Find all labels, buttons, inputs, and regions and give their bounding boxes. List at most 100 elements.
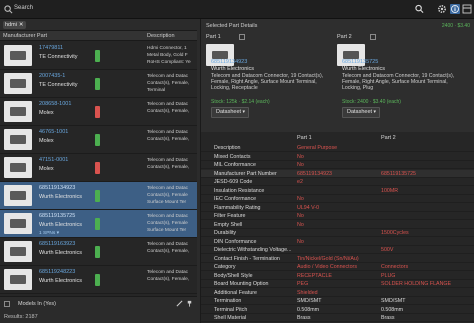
table-row: Contact Finish - Termination Tin/Nickel/G… bbox=[201, 255, 474, 263]
attribute-name: Body/Shell Style bbox=[214, 272, 253, 279]
search-input[interactable]: Search bbox=[14, 5, 33, 11]
column-header-description[interactable]: Description bbox=[147, 33, 175, 39]
part-description: Hdmi Connector, 1 Metal Body, Gold F RoHS … bbox=[147, 45, 195, 66]
part-1-value: No bbox=[297, 196, 304, 202]
part-1-value: UL94 V-0 bbox=[297, 204, 320, 211]
list-item[interactable]: 2007435-1 TE Connectivity Telecom and Data… bbox=[0, 70, 197, 98]
part-1-value: Brass bbox=[297, 315, 311, 321]
attribute-name: Flammability Rating bbox=[214, 204, 261, 211]
table-header-part-2: Part 2 bbox=[381, 135, 396, 141]
attribute-name: Manufacturer Part Number bbox=[214, 170, 277, 177]
top-search-bar: Search bbox=[0, 0, 474, 19]
table-row: Description General Purpose bbox=[201, 144, 474, 152]
table-row: Shell Material Brass Brass bbox=[201, 314, 474, 322]
attribute-name: Dielectric Withstanding Voltage... bbox=[214, 247, 292, 253]
part-manufacturer: Wurth Electronics bbox=[39, 250, 82, 256]
part-2-datasheet-button[interactable]: Datasheet ▾ bbox=[342, 107, 380, 118]
description-line: Contact(s), Female bbox=[147, 221, 188, 226]
part-2-number[interactable]: 685119135725 bbox=[342, 59, 378, 65]
part-manufacturer: Molex bbox=[39, 166, 54, 172]
part-number-link[interactable]: 17479811 bbox=[39, 45, 63, 51]
part-number-link[interactable]: 685119134923 bbox=[39, 185, 75, 191]
filter-chip[interactable]: hdmi ✕ bbox=[3, 21, 26, 29]
part-1-value: Audio / Video Connectors bbox=[297, 264, 357, 270]
part-description: Telecom and Datac Contact(s), Female Surfa… bbox=[147, 185, 195, 206]
part-number-link[interactable]: 685119248223 bbox=[39, 269, 75, 275]
part-2-value: PLUG bbox=[381, 272, 396, 279]
description-line: Contact(s), Female, bbox=[147, 109, 190, 114]
pin-icon[interactable] bbox=[186, 300, 193, 307]
part-1-value: Tin/Nickel/Gold (Sn/Ni/Au) bbox=[297, 255, 359, 262]
part-number-link[interactable]: 685119135725 bbox=[39, 213, 75, 219]
selected-part-details: Selected Part Details 2400 · $3.40 Part … bbox=[200, 19, 474, 323]
part-number-link[interactable]: 685119163923 bbox=[39, 241, 75, 247]
attribute-name: Insulation Resistance bbox=[214, 187, 265, 194]
status-indicator bbox=[95, 274, 100, 286]
part-description: Telecom and Datac Contact(s), Female Surfa… bbox=[147, 213, 195, 234]
description-line: RoHS Compliant: Ye bbox=[147, 60, 191, 65]
list-item[interactable]: 685119135725 Wurth Electronics 1 SPNs ▾ Tel… bbox=[0, 210, 197, 238]
models-checkbox[interactable] bbox=[4, 301, 10, 307]
part-thumbnail bbox=[4, 45, 32, 66]
part-1-checkbox[interactable] bbox=[239, 34, 245, 40]
attribute-name: Durability bbox=[214, 230, 237, 236]
search-button-icon[interactable] bbox=[415, 4, 424, 14]
part-1-datasheet-label: Datasheet bbox=[216, 109, 242, 115]
close-icon[interactable]: ✕ bbox=[19, 22, 24, 28]
part-2-value: SMD/SMT bbox=[381, 298, 406, 304]
part-1-value: PEG bbox=[297, 281, 309, 287]
attribute-name: Empty Shell bbox=[214, 221, 243, 228]
details-title: Selected Part Details bbox=[206, 23, 258, 29]
part-1-datasheet-button[interactable]: Datasheet ▾ bbox=[211, 107, 249, 118]
description-line: Contact(s), Female, bbox=[147, 137, 190, 142]
part-2-checkbox[interactable] bbox=[370, 34, 376, 40]
part-2-description-line: Locking, Plug bbox=[342, 85, 374, 92]
part-thumbnail bbox=[4, 241, 32, 262]
part-number-link[interactable]: 46765-1001 bbox=[39, 129, 68, 135]
attribute-name: Description bbox=[214, 145, 241, 151]
part-1-number[interactable]: 685119134923 bbox=[211, 59, 247, 65]
list-item[interactable]: 46765-1001 Molex Telecom and Datac Contact(… bbox=[0, 126, 197, 154]
attribute-name: Contact Finish - Termination bbox=[214, 255, 280, 262]
part-1-value: General Purpose bbox=[297, 145, 338, 151]
attribute-name: Category bbox=[214, 264, 236, 270]
part-thumbnail bbox=[4, 213, 32, 234]
info-icon[interactable] bbox=[450, 4, 460, 14]
list-item[interactable]: 685119248223 Wurth Electronics Telecom and… bbox=[0, 266, 197, 294]
part-2-value: 100MR bbox=[381, 187, 399, 194]
attribute-name: MIL Conformance bbox=[214, 162, 256, 168]
list-item[interactable]: 208658-1001 Molex Telecom and Datac Contact… bbox=[0, 98, 197, 126]
table-row: Flammability Rating UL94 V-0 bbox=[201, 204, 474, 212]
list-item[interactable]: 17479811 TE Connectivity Hdmi Connector, 1… bbox=[0, 42, 197, 70]
edit-icon[interactable] bbox=[176, 300, 183, 307]
part-1-value: RECEPTACLE bbox=[297, 272, 332, 279]
part-1-value: 0.508mm bbox=[297, 306, 320, 313]
part-manufacturer: Molex bbox=[39, 138, 54, 144]
list-item[interactable]: 47151-0001 Molex Telecom and Datac Contact(… bbox=[0, 154, 197, 182]
part-number-link[interactable]: 47151-0001 bbox=[39, 157, 68, 163]
part-1-value: No bbox=[297, 153, 304, 160]
part-thumbnail bbox=[4, 269, 32, 290]
part-thumbnail bbox=[4, 185, 32, 206]
list-item[interactable]: 685119134923 Wurth Electronics Telecom and… bbox=[0, 182, 197, 210]
list-item[interactable]: 685119163923 Wurth Electronics Telecom and… bbox=[0, 238, 197, 266]
part-description: Telecom and Datac Contact(s), Female, Term… bbox=[147, 73, 195, 94]
table-row: Empty Shell No bbox=[201, 221, 474, 229]
chevron-down-icon: ▾ bbox=[242, 109, 245, 115]
part-manufacturer: Molex bbox=[39, 110, 54, 116]
gear-icon[interactable] bbox=[437, 4, 447, 14]
description-line: Telecom and Datac bbox=[147, 242, 189, 247]
spn-count[interactable]: 1 SPNs ▾ bbox=[39, 231, 59, 236]
part-1-value: Shielded bbox=[297, 289, 318, 296]
column-header-mfr-part[interactable]: Manufacturer Part bbox=[3, 33, 47, 39]
table-header-part-1: Part 1 bbox=[297, 135, 312, 141]
part-thumbnail bbox=[4, 129, 32, 150]
part-number-link[interactable]: 208658-1001 bbox=[39, 101, 71, 107]
part-1-stock: Stock: 125k · $2.14 (each) bbox=[211, 99, 270, 105]
panel-toggle-icon[interactable] bbox=[462, 4, 472, 14]
part-number-link[interactable]: 2007435-1 bbox=[39, 73, 65, 79]
attribute-name: Filter Feature bbox=[214, 213, 246, 219]
results-count: Results: 2187 bbox=[4, 314, 38, 320]
attribute-name: Board Mounting Option bbox=[214, 281, 269, 287]
part-2-value: 500V bbox=[381, 247, 394, 253]
